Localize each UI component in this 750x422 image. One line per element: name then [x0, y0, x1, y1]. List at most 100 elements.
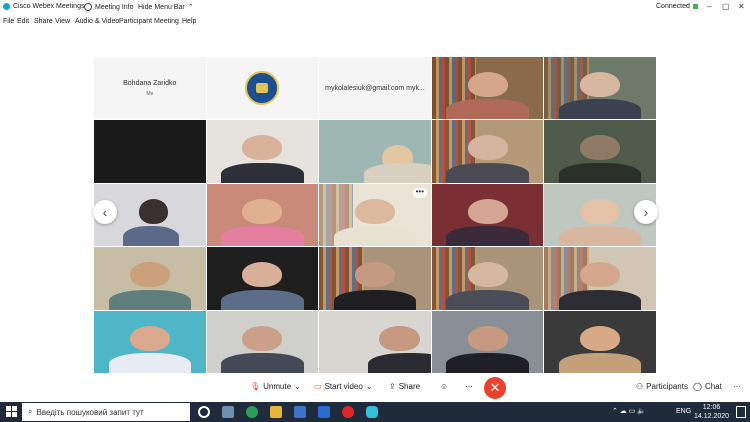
participant-tile[interactable]	[206, 310, 319, 373]
participant-tile[interactable]	[94, 310, 206, 373]
participant-body	[333, 226, 417, 247]
participant-tile[interactable]: mykolalesiuk@gmail.com myk...	[319, 57, 431, 120]
participant-tile[interactable]	[319, 247, 431, 310]
chat-label: Chat	[704, 382, 722, 391]
more-options-button[interactable]: ···	[465, 382, 473, 391]
participant-face	[354, 262, 396, 288]
menu-bar: File Edit Share View Audio & Video Parti…	[0, 16, 750, 28]
participant-face	[580, 71, 621, 97]
clock-time: 12:06	[702, 404, 721, 411]
menu-meeting[interactable]: Meeting	[154, 18, 179, 25]
start-video-label: Start video	[324, 382, 363, 391]
menu-share[interactable]: Share	[34, 18, 53, 25]
participant-body	[446, 353, 529, 373]
menu-audio-video[interactable]: Audio & Video	[75, 18, 119, 25]
participant-face	[242, 262, 283, 288]
clock[interactable]: 12:06 14.12.2020	[694, 403, 729, 421]
chat-icon: ◯	[693, 382, 702, 391]
participant-face	[242, 325, 283, 351]
search-placeholder: Введіть пошуковий запит тут	[36, 407, 144, 417]
hide-menu-bar-button[interactable]: Hide Menu Bar ⌃	[138, 3, 194, 12]
video-stage: Bohdana Zaridko Me mykolalesiuk@gmail.co…	[0, 30, 750, 373]
chat-button[interactable]: ◯ Chat	[693, 382, 722, 391]
opera-icon[interactable]	[342, 406, 354, 418]
participant-tile[interactable]	[431, 310, 544, 373]
university-logo-icon	[245, 71, 280, 106]
participant-body	[333, 289, 417, 310]
language-indicator[interactable]: ENG	[676, 408, 691, 415]
unmute-button[interactable]: 🎙 Unmute ⌄	[250, 382, 301, 391]
participant-body	[221, 162, 304, 183]
windows-start-icon[interactable]	[6, 406, 17, 417]
participant-face	[138, 198, 168, 224]
participant-grid: Bohdana Zaridko Me mykolalesiuk@gmail.co…	[94, 57, 656, 373]
minimize-button[interactable]: –	[707, 2, 711, 11]
menu-participant[interactable]: Participant	[119, 18, 152, 25]
participant-tile[interactable]	[206, 57, 319, 120]
participant-tile[interactable]: Bohdana Zaridko Me	[94, 57, 206, 120]
participant-tile[interactable]	[206, 120, 319, 183]
controls-overflow-button[interactable]: ···	[733, 382, 741, 391]
participant-tile[interactable]	[94, 120, 206, 183]
menu-edit[interactable]: Edit	[17, 18, 29, 25]
notifications-icon[interactable]	[736, 406, 746, 418]
app-title-area: Cisco Webex Meetings	[3, 3, 84, 10]
participant-tile[interactable]: •••	[319, 183, 431, 247]
taskbar-search-box[interactable]: ⌕ Введіть пошуковий запит тут	[22, 403, 190, 421]
title-bar: Cisco Webex Meetings Meeting Info Hide M…	[0, 0, 750, 15]
share-button[interactable]: ⇪ Share	[389, 382, 420, 391]
participant-face	[580, 262, 621, 288]
menu-help[interactable]: Help	[182, 18, 196, 25]
file-explorer-icon[interactable]	[270, 406, 282, 418]
participant-body	[368, 353, 431, 373]
menu-file[interactable]: File	[3, 18, 14, 25]
start-video-button[interactable]: ▭ Start video ⌄	[314, 382, 373, 391]
previous-page-button[interactable]: ‹	[93, 200, 117, 224]
participant-tile[interactable]	[544, 57, 656, 120]
reactions-button[interactable]: ☺	[440, 382, 448, 391]
task-view-icon[interactable]	[222, 406, 234, 418]
participant-body	[363, 162, 431, 183]
participant-tile[interactable]	[431, 57, 544, 120]
tile-more-button[interactable]: •••	[412, 187, 427, 198]
participant-tile[interactable]	[431, 120, 544, 183]
unmute-label: Unmute	[263, 382, 292, 391]
participant-body	[123, 226, 179, 247]
next-page-button[interactable]: ›	[634, 200, 658, 224]
participant-body	[558, 353, 642, 373]
participants-button[interactable]: ⚇ Participants	[636, 382, 688, 391]
info-icon	[84, 3, 92, 11]
meeting-info-button[interactable]: Meeting Info	[84, 3, 134, 11]
participant-body	[221, 226, 304, 247]
participants-label: Participants	[646, 382, 688, 391]
participant-face	[467, 71, 508, 97]
end-meeting-button[interactable]: ✕	[484, 377, 506, 399]
system-tray-icons[interactable]: ⌃ ☁ ▭ 🔈	[612, 407, 646, 415]
participant-face	[467, 198, 508, 224]
participant-tile[interactable]	[544, 247, 656, 310]
store-icon[interactable]	[294, 406, 306, 418]
cortana-icon[interactable]	[198, 406, 210, 418]
people-icon: ⚇	[636, 382, 644, 391]
participant-body	[221, 353, 304, 373]
participant-tile[interactable]	[544, 310, 656, 373]
participant-face	[129, 262, 170, 288]
participant-tile[interactable]	[319, 120, 431, 183]
app-title: Cisco Webex Meetings	[13, 3, 85, 10]
participant-tile[interactable]	[319, 310, 431, 373]
participant-tile[interactable]	[206, 247, 319, 310]
connected-label: Connected	[656, 3, 690, 10]
webex-taskbar-icon[interactable]	[366, 406, 378, 418]
participant-tile[interactable]	[431, 247, 544, 310]
maximize-button[interactable]: ▢	[722, 2, 730, 11]
participant-tile[interactable]	[206, 183, 319, 247]
menu-view[interactable]: View	[55, 18, 70, 25]
participant-tile[interactable]	[94, 247, 206, 310]
participant-body	[221, 289, 304, 310]
participant-body	[108, 353, 192, 373]
participant-tile[interactable]	[544, 120, 656, 183]
participant-tile[interactable]	[431, 183, 544, 247]
mail-icon[interactable]	[318, 406, 330, 418]
edge-browser-icon[interactable]	[246, 406, 258, 418]
close-button[interactable]: ✕	[738, 2, 745, 11]
